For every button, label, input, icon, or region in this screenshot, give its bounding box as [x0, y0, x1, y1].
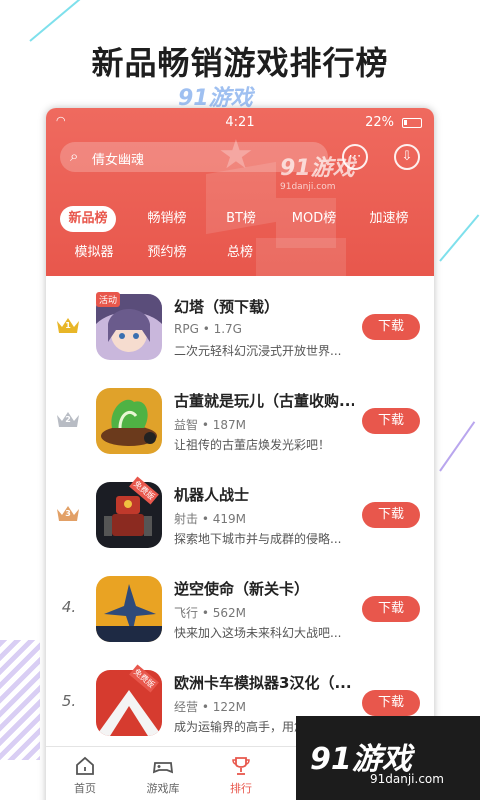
- app-meta: 经营 • 122M: [174, 700, 246, 714]
- app-meta: 射击 • 419M: [174, 512, 246, 526]
- rank-badge: 5.: [56, 688, 82, 714]
- app-description: 让祖传的古董店焕发光彩吧！: [174, 438, 331, 452]
- search-placeholder: 倩女幽魂: [92, 153, 145, 168]
- app-name: 欧洲卡车模拟器3汉化（...: [174, 674, 352, 692]
- logo-url: 91danji.com: [370, 772, 444, 786]
- site-logo: 91游戏 91danji.com: [296, 716, 480, 800]
- rank-badge: 2: [56, 406, 82, 432]
- home-icon: [76, 756, 94, 775]
- download-button[interactable]: 下载: [362, 408, 420, 434]
- download-manager-button[interactable]: ⇩: [394, 144, 420, 170]
- list-item[interactable]: 2 古董就是玩儿（古董收购... 益智 • 187M 让祖传的古董店焕发光彩吧！…: [46, 376, 434, 470]
- app-description: 探索地下城市并与成群的侵略...: [174, 532, 342, 546]
- battery-level: 22%: [365, 115, 394, 130]
- rank-number: 2: [65, 415, 71, 424]
- nav-library[interactable]: 游戏库: [124, 747, 202, 800]
- app-description: 快来加入这场未来科幻大战吧...: [174, 626, 342, 640]
- rank-number: 3: [65, 509, 71, 518]
- watermark-text: 91游戏: [280, 156, 355, 181]
- download-button[interactable]: 下载: [362, 690, 420, 716]
- app-name: 机器人战士: [174, 486, 250, 504]
- list-item[interactable]: 4. 逆空使命（新关卡） 飞行 • 562M 快来加入这场未来科幻大战吧... …: [46, 564, 434, 658]
- rank-number: 5.: [61, 692, 77, 710]
- nav-home[interactable]: 首页: [46, 747, 124, 800]
- app-name: 逆空使命（新关卡）: [174, 580, 310, 598]
- crown-silver-icon: 2: [56, 409, 80, 429]
- tabs-row: 模拟器 预约榜 总榜: [46, 240, 434, 266]
- decor-stripes: [0, 640, 40, 760]
- tab-emulator[interactable]: 模拟器: [66, 240, 122, 266]
- app-meta: 飞行 • 562M: [174, 606, 246, 620]
- watermark: 91游戏 91danji.com: [280, 150, 355, 192]
- rank-badge: 4.: [56, 594, 82, 620]
- gamepad-icon: [152, 762, 174, 774]
- decor-line: [439, 421, 476, 472]
- event-badge: 活动: [96, 292, 121, 307]
- download-button[interactable]: 下载: [362, 596, 420, 622]
- list-item[interactable]: 1 活动 幻塔（预下载） RPG • 1.7G 二次元轻科幻沉浸式开放世界...…: [46, 282, 434, 376]
- antique-cabbage-icon[interactable]: [96, 388, 162, 454]
- list-item[interactable]: 3 免费版 机器人战士 射击 • 419M 探索地下城市并与成群的侵略... 下…: [46, 470, 434, 564]
- tab-bt[interactable]: BT榜: [214, 206, 268, 232]
- decor-line: [439, 214, 480, 262]
- decor-line: [29, 0, 85, 42]
- app-description: 二次元轻科幻沉浸式开放世界...: [174, 344, 342, 358]
- download-button[interactable]: 下载: [362, 502, 420, 528]
- rank-badge: 3: [56, 500, 82, 526]
- app-name: 幻塔（预下载）: [174, 298, 280, 316]
- tab-mod[interactable]: MOD榜: [284, 206, 344, 232]
- battery-icon: [402, 118, 422, 128]
- search-icon: ⌕: [70, 147, 79, 165]
- hero-header: ★ ◠ 4:21 22% ⌕ 倩女幽魂 ⋯ ⇩ 新品榜 畅销榜 BT榜 MOD榜…: [46, 108, 434, 276]
- nav-label: 游戏库: [146, 782, 180, 795]
- nav-label: 排行: [230, 782, 252, 795]
- phone-screen: ★ ◠ 4:21 22% ⌕ 倩女幽魂 ⋯ ⇩ 新品榜 畅销榜 BT榜 MOD榜…: [46, 108, 434, 800]
- tab-all[interactable]: 总榜: [214, 240, 266, 266]
- trophy-icon: [232, 757, 250, 775]
- rank-badge: 1: [56, 312, 82, 338]
- tab-reserve[interactable]: 预约榜: [136, 240, 198, 266]
- tab-new[interactable]: 新品榜: [60, 206, 116, 232]
- app-name: 古董就是玩儿（古董收购...: [174, 392, 354, 410]
- watermark: 91游戏: [178, 86, 253, 111]
- rank-number: 4.: [61, 598, 77, 616]
- promo-title: 新品畅销游戏排行榜: [91, 44, 389, 82]
- jet-nova-icon[interactable]: [96, 576, 162, 642]
- crown-gold-icon: 1: [56, 315, 80, 335]
- app-meta: RPG • 1.7G: [174, 322, 242, 336]
- rank-number: 1: [65, 321, 71, 330]
- tabs-row: 新品榜 畅销榜 BT榜 MOD榜 加速榜: [46, 206, 434, 232]
- crown-bronze-icon: 3: [56, 503, 80, 523]
- app-meta: 益智 • 187M: [174, 418, 246, 432]
- tab-bestseller[interactable]: 畅销榜: [136, 206, 198, 232]
- nav-ranking[interactable]: 排行: [202, 747, 280, 800]
- watermark-url: 91danji.com: [280, 182, 336, 192]
- nav-label: 首页: [74, 782, 96, 795]
- tab-speed[interactable]: 加速榜: [358, 206, 420, 232]
- status-bar: ◠ 4:21 22%: [46, 114, 434, 132]
- download-button[interactable]: 下载: [362, 314, 420, 340]
